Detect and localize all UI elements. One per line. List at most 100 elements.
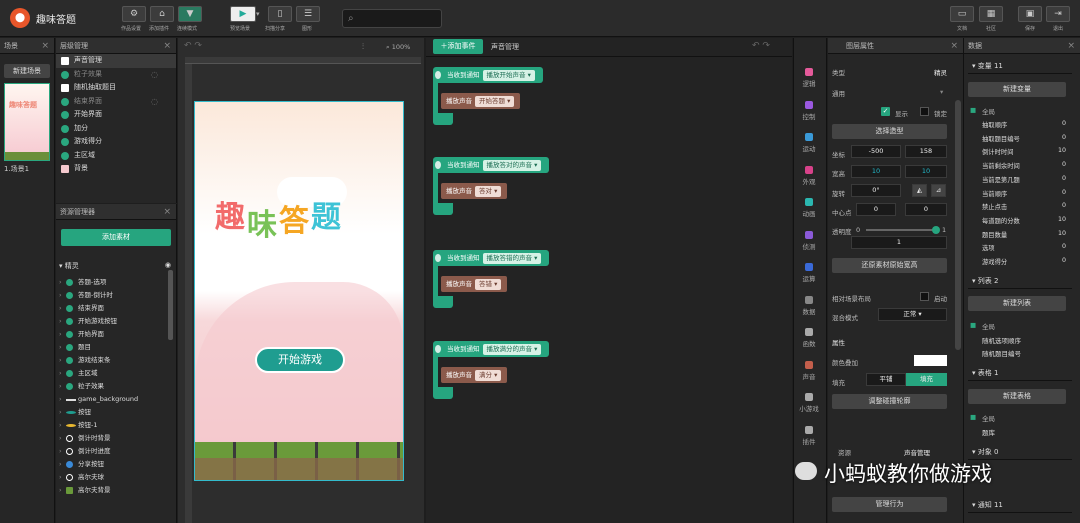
show-checkbox[interactable]: ✓ bbox=[881, 107, 890, 116]
resource-item[interactable]: › 题目 bbox=[56, 341, 168, 354]
category-9[interactable]: 声音 bbox=[796, 360, 822, 381]
table-item[interactable]: 题库 bbox=[982, 427, 995, 437]
resource-item[interactable]: › 按钮 bbox=[56, 406, 168, 419]
layer-item[interactable]: 主区域 bbox=[56, 149, 176, 163]
resource-group-header[interactable]: ▾ 精灵 ◉ bbox=[59, 261, 171, 271]
layer-item[interactable]: 结束界面 ◌ bbox=[56, 95, 176, 109]
lists-section[interactable]: ▾ 列表 2 bbox=[968, 273, 1072, 289]
variable-row[interactable]: 倒计时时间 10 bbox=[982, 147, 1070, 157]
sound-dropdown[interactable]: 满分 ▾ bbox=[475, 370, 502, 381]
category-11[interactable]: 插件 bbox=[796, 425, 822, 446]
resource-item[interactable]: › game_background bbox=[56, 393, 168, 406]
category-4[interactable]: 动画 bbox=[796, 198, 822, 218]
expand-icon[interactable]: › bbox=[59, 406, 62, 419]
mode-button[interactable]: ▼ bbox=[178, 6, 202, 22]
category-2[interactable]: 运动 bbox=[796, 133, 822, 153]
manage-behavior-button[interactable]: 管理行为 bbox=[832, 497, 947, 512]
plugin-button[interactable]: ⌂ bbox=[150, 6, 174, 22]
category-6[interactable]: 运算 bbox=[796, 263, 822, 283]
undo-icon[interactable]: ↶ ↷ bbox=[184, 41, 202, 51]
category-1[interactable]: 控制 bbox=[796, 100, 822, 121]
palette-icon[interactable]: ◉ bbox=[165, 261, 171, 269]
flip-h-icon[interactable]: ◭ bbox=[912, 184, 927, 197]
preview-button[interactable]: ▶ bbox=[230, 6, 256, 22]
exit-button[interactable]: ⇥ bbox=[1046, 6, 1070, 22]
expand-icon[interactable]: › bbox=[59, 393, 62, 406]
chevron-down-icon[interactable]: ▾ bbox=[256, 10, 260, 18]
variable-row[interactable]: 当前是第几题 0 bbox=[982, 175, 1070, 185]
width-input[interactable]: 10 bbox=[851, 165, 901, 178]
center-x-input[interactable]: 0 bbox=[856, 203, 896, 216]
expand-icon[interactable]: › bbox=[59, 276, 62, 289]
sound-dropdown[interactable]: 答错 ▾ bbox=[475, 279, 502, 290]
resource-item[interactable]: › 高尔夫球 bbox=[56, 471, 168, 484]
event-trigger-block[interactable]: 当收到通知 播放满分的声音 ▾ bbox=[433, 341, 550, 357]
variable-row[interactable]: 游戏得分 0 bbox=[982, 257, 1070, 267]
expand-icon[interactable]: › bbox=[59, 484, 62, 497]
variable-row[interactable]: 当前顺序 0 bbox=[982, 189, 1070, 199]
expand-icon[interactable]: › bbox=[59, 341, 62, 354]
add-event-button[interactable]: ＋添加事件 bbox=[433, 39, 483, 54]
fill-fill-option[interactable]: 填充 bbox=[906, 373, 947, 386]
variable-row[interactable]: 题目数量 10 bbox=[982, 230, 1070, 240]
variable-row[interactable]: 每道题的分数 10 bbox=[982, 216, 1070, 226]
resource-item[interactable]: › 高尔夫背景 bbox=[56, 484, 168, 497]
notice-dropdown[interactable]: 播放答错的声音 ▾ bbox=[482, 253, 542, 264]
layer-item[interactable]: 开始界面 bbox=[56, 108, 176, 122]
choose-shape-button[interactable]: 选择造型 bbox=[832, 124, 947, 139]
general-section[interactable]: 通用 bbox=[832, 88, 845, 98]
notices-section[interactable]: ▾ 通知 11 bbox=[968, 497, 1072, 513]
expand-icon[interactable]: › bbox=[59, 302, 62, 315]
resource-item[interactable]: › 答题-选项 bbox=[56, 276, 168, 289]
alpha-slider[interactable] bbox=[866, 229, 936, 231]
resource-item[interactable]: › 游戏结束条 bbox=[56, 354, 168, 367]
close-icon[interactable]: × bbox=[1067, 38, 1075, 54]
layer-item[interactable]: 背景 bbox=[56, 162, 176, 176]
close-icon[interactable]: × bbox=[163, 204, 171, 220]
hidden-eye-icon[interactable]: ◌ bbox=[151, 95, 158, 109]
expand-icon[interactable]: › bbox=[59, 419, 62, 432]
variable-row[interactable]: 禁止点击 0 bbox=[982, 202, 1070, 212]
props-scrollbar[interactable] bbox=[955, 100, 961, 350]
restore-size-button[interactable]: 还原素材原始宽高 bbox=[832, 258, 947, 273]
new-variable-button[interactable]: 新建变量 bbox=[968, 82, 1066, 97]
expand-icon[interactable]: › bbox=[59, 380, 62, 393]
expand-icon[interactable]: › bbox=[59, 354, 62, 367]
tables-section[interactable]: ▾ 表格 1 bbox=[968, 365, 1072, 381]
play-sound-block[interactable]: 播放声音 答错 ▾ bbox=[441, 276, 508, 292]
align-icon[interactable]: ⫶ bbox=[362, 42, 364, 52]
zoom-level[interactable]: ⌕ 100% bbox=[386, 43, 410, 52]
variable-row[interactable]: 当前剩余时间 0 bbox=[982, 161, 1070, 171]
resource-scrollbar[interactable] bbox=[168, 270, 173, 340]
resource-item[interactable]: › 主区域 bbox=[56, 367, 168, 380]
expand-icon[interactable]: › bbox=[59, 289, 62, 302]
rotate-input[interactable]: 0° bbox=[851, 184, 901, 197]
search-input[interactable]: ⌕ bbox=[342, 9, 442, 28]
category-5[interactable]: 侦测 bbox=[796, 230, 822, 251]
scene-thumbnail[interactable]: 趣味答题 bbox=[4, 83, 50, 161]
expand-icon[interactable]: › bbox=[59, 367, 62, 380]
collision-button[interactable]: 调整碰撞轮廓 bbox=[832, 394, 947, 409]
close-icon[interactable]: × bbox=[163, 38, 171, 54]
blend-select[interactable]: 正常 ▾ bbox=[878, 308, 947, 321]
layer-item[interactable]: 加分 bbox=[56, 122, 176, 136]
play-sound-block[interactable]: 播放声音 满分 ▾ bbox=[441, 367, 508, 383]
new-scene-button[interactable]: 新建场景 bbox=[4, 64, 50, 78]
event-trigger-block[interactable]: 当收到通知 播放答错的声音 ▾ bbox=[433, 250, 550, 266]
flip-v-icon[interactable]: ⊿ bbox=[931, 184, 946, 197]
alpha-input[interactable]: 1 bbox=[851, 236, 947, 249]
resource-item[interactable]: › 倒计时背景 bbox=[56, 432, 168, 445]
expand-icon[interactable]: › bbox=[59, 458, 62, 471]
notice-dropdown[interactable]: 播放答对的声音 ▾ bbox=[482, 160, 542, 171]
sound-dropdown[interactable]: 答对 ▾ bbox=[475, 186, 502, 197]
resource-item[interactable]: › 答题-倒计时 bbox=[56, 289, 168, 302]
save-button[interactable]: ▣ bbox=[1018, 6, 1042, 22]
close-icon[interactable]: × bbox=[41, 38, 49, 54]
color-swatch[interactable] bbox=[914, 355, 947, 366]
sound-dropdown[interactable]: 开始答题 ▾ bbox=[475, 96, 515, 107]
variable-row[interactable]: 抽取顺序 0 bbox=[982, 120, 1070, 130]
x-input[interactable]: -500 bbox=[851, 145, 901, 158]
height-input[interactable]: 10 bbox=[905, 165, 947, 178]
hidden-eye-icon[interactable]: ◌ bbox=[151, 68, 158, 82]
settings-button[interactable]: ⚙ bbox=[122, 6, 146, 22]
